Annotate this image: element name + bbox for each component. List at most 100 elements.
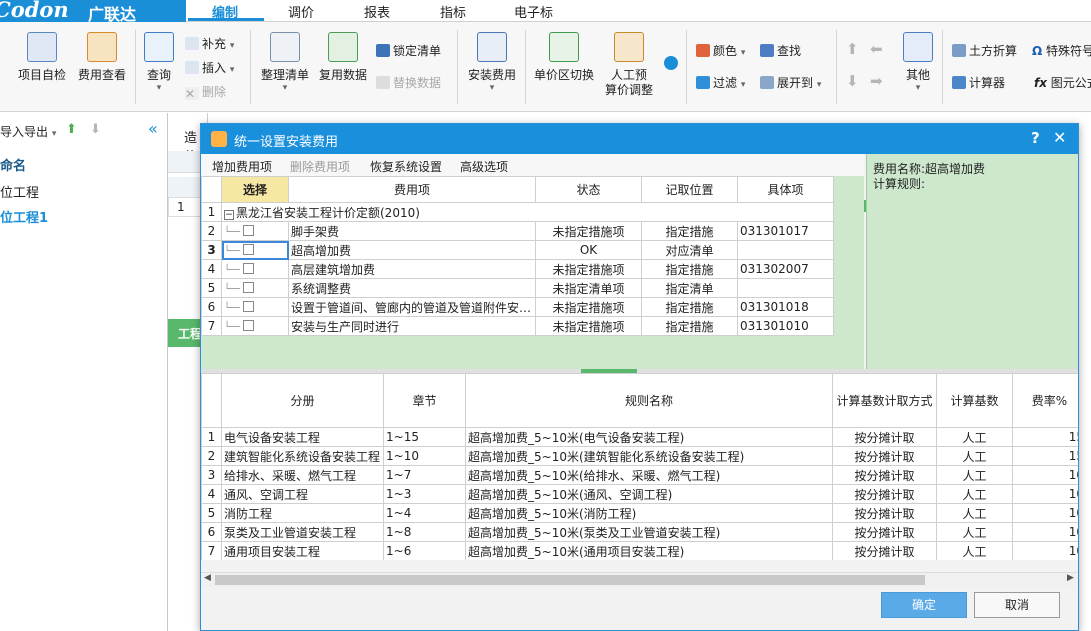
insert-button[interactable]: 插入 ▾ xyxy=(185,59,234,77)
table-row[interactable]: 1 电气设备安装工程 1~15 超高增加费_5~10米(电气设备安装工程) 按分… xyxy=(201,427,1078,447)
calc-method-cell[interactable]: 按分摊计取 xyxy=(832,522,937,542)
calculator-button[interactable]: 计算器 xyxy=(952,74,1005,92)
advanced-options-button[interactable]: 高级选项 xyxy=(460,158,508,175)
select-checkbox[interactable] xyxy=(242,244,254,255)
unit-price-switch-button[interactable]: 单价区切换 xyxy=(533,32,595,83)
table-row[interactable]: 4 通风、空调工程 1~3 超高增加费_5~10米(通风、空调工程) 按分摊计取… xyxy=(201,484,1078,504)
expand-to-button[interactable]: 展开到 ▾ xyxy=(760,74,821,92)
position-cell[interactable]: 指定措施 xyxy=(641,259,738,279)
import-export-button[interactable]: 导入导出 ▾ xyxy=(0,123,56,140)
table-row[interactable]: 4 └── 高层建筑增加费 未指定措施项 指定措施 031302007 xyxy=(201,259,834,279)
help-icon[interactable]: ? xyxy=(1031,129,1040,147)
replace-data-button[interactable]: 替换数据 xyxy=(376,74,441,92)
move-down-icon[interactable]: ⬇ xyxy=(90,122,101,137)
scroll-right-icon[interactable]: ▶ xyxy=(1067,573,1074,583)
fee-view-button[interactable]: 费用查看 xyxy=(76,32,128,83)
position-cell[interactable]: 指定清单 xyxy=(641,278,738,298)
col-header-chapter[interactable]: 章节 xyxy=(383,373,466,428)
tree-item-unit-project[interactable]: 位工程 xyxy=(0,182,39,201)
table-row[interactable]: 5 消防工程 1~4 超高增加费_5~10米(消防工程) 按分摊计取 人工 10 xyxy=(201,503,1078,523)
calc-method-cell[interactable]: 按分摊计取 xyxy=(832,541,937,560)
table-row[interactable]: 3 给排水、采暖、燃气工程 1~7 超高增加费_5~10米(给排水、采暖、燃气工… xyxy=(201,465,1078,485)
install-fee-button[interactable]: 安装费用 ▾ xyxy=(465,32,519,93)
table-row[interactable]: 1 − 黑龙江省安装工程计价定额(2010) xyxy=(201,202,834,222)
col-header-book[interactable]: 分册 xyxy=(221,373,384,428)
menu-tab-price-adjust[interactable]: 调价 xyxy=(288,2,314,22)
rule-name-cell[interactable]: 超高增加费_5~10米(消防工程) xyxy=(465,503,833,523)
detail-cell[interactable] xyxy=(737,278,834,298)
table-row[interactable]: 3 └── 超高增加费 OK 对应清单 xyxy=(201,240,834,260)
calc-base-cell[interactable]: 人工 xyxy=(936,541,1013,560)
calc-base-cell[interactable]: 人工 xyxy=(936,465,1013,485)
calc-method-cell[interactable]: 按分摊计取 xyxy=(832,484,937,504)
manual-adjust-button[interactable]: 人工预 算价调整 xyxy=(602,32,656,98)
col-header-rule-name[interactable]: 规则名称 xyxy=(465,373,833,428)
col-header-select[interactable]: 选择 xyxy=(221,176,289,203)
select-checkbox[interactable] xyxy=(242,320,254,331)
close-icon[interactable]: ✕ xyxy=(1053,128,1066,147)
formula-button[interactable]: fx 图元公式 xyxy=(1034,74,1091,92)
position-cell[interactable]: 指定措施 xyxy=(641,221,738,241)
select-checkbox[interactable] xyxy=(242,225,254,236)
col-header-status[interactable]: 状态 xyxy=(535,176,642,203)
organize-list-button[interactable]: 整理清单 ▾ xyxy=(258,32,312,93)
lock-list-button[interactable]: 锁定清单 xyxy=(376,42,441,60)
position-cell[interactable]: 指定措施 xyxy=(641,316,738,336)
rule-name-cell[interactable]: 超高增加费_5~10米(通用项目安装工程) xyxy=(465,541,833,560)
rule-name-cell[interactable]: 超高增加费_5~10米(建筑智能化系统设备安装工程) xyxy=(465,446,833,466)
project-check-button[interactable]: 项目自检 xyxy=(16,32,68,83)
query-button[interactable]: 查询 ▾ xyxy=(143,32,175,93)
delete-fee-item-button[interactable]: 删除费用项 xyxy=(290,158,350,175)
detail-cell[interactable]: 031301018 xyxy=(737,297,834,317)
position-cell[interactable]: 对应清单 xyxy=(641,240,738,260)
col-header-rate[interactable]: 费率% xyxy=(1012,373,1078,428)
detail-cell[interactable]: 031302007 xyxy=(737,259,834,279)
arrow-down-icon[interactable]: ⬇ xyxy=(846,72,859,90)
scroll-left-icon[interactable]: ◀ xyxy=(204,573,211,583)
expand-icon[interactable] xyxy=(664,56,678,70)
cancel-button[interactable]: 取消 xyxy=(974,592,1060,618)
table-row[interactable]: 6 └── 设置于管道间、管廊内的管道及管道附件安… 未指定措施项 指定措施 0… xyxy=(201,297,834,317)
rule-name-cell[interactable]: 超高增加费_5~10米(泵类及工业管道安装工程) xyxy=(465,522,833,542)
rule-name-cell[interactable]: 超高增加费_5~10米(通风、空调工程) xyxy=(465,484,833,504)
move-up-icon[interactable]: ⬆ xyxy=(66,122,77,137)
rate-cell[interactable]: 10 xyxy=(1012,465,1078,485)
rule-name-cell[interactable]: 超高增加费_5~10米(电气设备安装工程) xyxy=(465,427,833,447)
table-row[interactable]: 5 └── 系统调整费 未指定清单项 指定清单 xyxy=(201,278,834,298)
rate-cell[interactable]: 15 xyxy=(1012,427,1078,447)
calc-base-cell[interactable]: 人工 xyxy=(936,503,1013,523)
table-row[interactable]: 2 └── 脚手架费 未指定措施项 指定措施 031301017 xyxy=(201,221,834,241)
calc-base-cell[interactable]: 人工 xyxy=(936,446,1013,466)
rate-cell[interactable]: 15 xyxy=(1012,446,1078,466)
find-button[interactable]: 查找 xyxy=(760,42,801,60)
tree-root-name[interactable]: 命名 xyxy=(0,155,26,174)
arrow-up-icon[interactable]: ⬆ xyxy=(846,40,859,58)
table-row[interactable]: 7 └── 安装与生产同时进行 未指定措施项 指定措施 031301010 xyxy=(201,316,834,336)
col-header-detail[interactable]: 具体项 xyxy=(737,176,834,203)
select-checkbox[interactable] xyxy=(242,282,254,293)
table-row[interactable]: 7 通用项目安装工程 1~6 超高增加费_5~10米(通用项目安装工程) 按分摊… xyxy=(201,541,1078,560)
position-cell[interactable]: 指定措施 xyxy=(641,297,738,317)
filter-button[interactable]: 过滤 ▾ xyxy=(696,74,745,92)
col-header-fee-item[interactable]: 费用项 xyxy=(288,176,536,203)
reuse-data-button[interactable]: 复用数据 xyxy=(316,32,370,83)
special-char-button[interactable]: Ω 特殊符号 xyxy=(1032,42,1091,60)
collapse-panel-icon[interactable]: « xyxy=(148,119,158,138)
earthwork-button[interactable]: 土方折算 xyxy=(952,42,1017,60)
delete-button[interactable]: ✕ 删除 xyxy=(185,83,226,101)
detail-cell[interactable] xyxy=(737,240,834,260)
add-fee-item-button[interactable]: 增加费用项 xyxy=(212,158,272,175)
collapse-tree-icon[interactable]: − xyxy=(224,209,234,220)
detail-cell[interactable]: 031301017 xyxy=(737,221,834,241)
rule-name-cell[interactable]: 超高增加费_5~10米(给排水、采暖、燃气工程) xyxy=(465,465,833,485)
arrow-right-icon[interactable]: ➡ xyxy=(870,72,883,90)
color-button[interactable]: 颜色 ▾ xyxy=(696,42,745,60)
calc-method-cell[interactable]: 按分摊计取 xyxy=(832,503,937,523)
detail-cell[interactable]: 031301010 xyxy=(737,316,834,336)
supplement-button[interactable]: 补充 ▾ xyxy=(185,35,234,53)
calc-method-cell[interactable]: 按分摊计取 xyxy=(832,427,937,447)
ok-button[interactable]: 确定 xyxy=(881,592,967,618)
other-button[interactable]: 其他 ▾ xyxy=(900,32,936,93)
col-header-position[interactable]: 记取位置 xyxy=(641,176,738,203)
calc-method-cell[interactable]: 按分摊计取 xyxy=(832,446,937,466)
